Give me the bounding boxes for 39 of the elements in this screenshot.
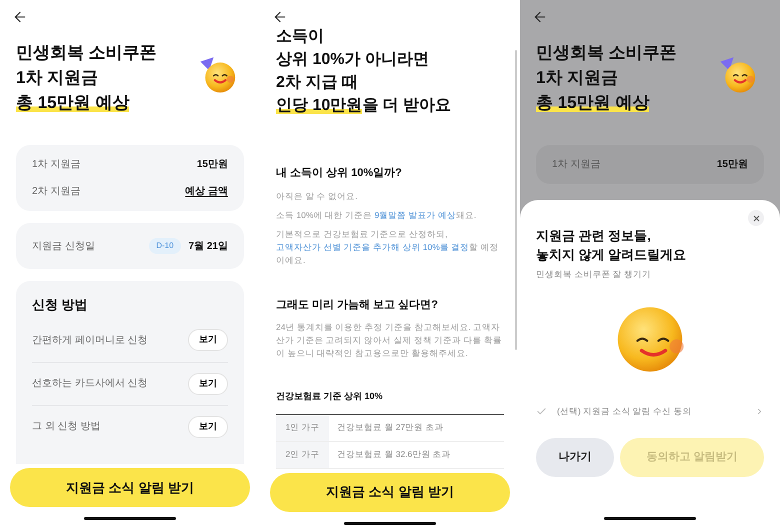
sheet-subtitle: 민생회복 소비쿠폰 잘 챙기기 [536,268,652,281]
view-button[interactable]: 보기 [188,416,228,438]
amount-value: 15만원 [716,158,748,172]
amount-label: 2차 지원금 [32,185,80,199]
back-icon[interactable] [532,9,548,25]
section-heading: 내 소득이 상위 10%일까? [276,166,403,181]
close-button[interactable] [748,210,764,226]
back-icon[interactable] [12,9,28,25]
notification-button[interactable]: 지원금 소식 알림 받기 [10,468,250,507]
apply-date-label: 지원금 신청일 [32,240,95,254]
amount-value: 15만원 [196,158,228,172]
exit-button[interactable]: 나가기 [536,438,614,476]
amount-label: 1차 지원금 [32,158,80,172]
view-button[interactable]: 보기 [188,329,228,351]
info-paragraph: 24년 통계치를 이용한 추정 기준을 참고해보세요. 고액자산가 기준은 고려되지 않아서 실제 정책 기준과 다를 확률이 높으니 대략적인 참고용으로만 활용해주세요. [276,321,503,360]
method-label: 그 외 신청 방법 [32,420,100,434]
method-label: 간편하게 페이머니로 신청 [32,334,148,348]
table-cell-text: 건강보험료 월 27만원 초과 [336,421,445,434]
apply-date-value: 7월 21일 [188,240,228,254]
back-icon[interactable] [272,9,288,25]
methods-title: 신청 방법 [32,296,89,314]
close-icon [752,214,760,222]
table-cell-text: 건강보험료 월 32.6만원 초과 [336,448,452,462]
amount-label: 1차 지원금 [552,158,600,172]
section-heading: 그래도 미리 가늠해 보고 싶다면? [276,298,439,312]
sheet-title: 지원금 관련 정보들, 놓치지 않게 알려드릴게요 [536,227,688,264]
consent-label: (선택) 지원금 소식 알림 수신 동의 [557,404,692,418]
check-icon[interactable] [536,406,547,417]
table-title: 건강보험료 기준 상위 10% [276,390,384,403]
table-cell: 1인 가구 [276,414,329,440]
notification-button[interactable]: 지원금 소식 알림 받기 [270,472,510,512]
info-paragraph: 기본적으로 건강보험료 기준으로 산정하되, 고액자산가 선별 기준을 추가해 상위 10%를 결정 할 예정이에요. [276,228,500,266]
estimate-link[interactable]: 예상 금액 [185,184,228,199]
method-label: 선호하는 카드사에서 신청 [32,377,148,391]
info-paragraph: 소득 10%에 대한 기준은 9월말쯤 발표가 예상돼요. [276,208,478,222]
info-paragraph: 아직은 알 수 없어요. [276,190,358,202]
d-day-badge: D-10 [149,238,181,254]
view-button[interactable]: 보기 [188,372,228,394]
table-cell: 2인 가구 [276,442,329,468]
